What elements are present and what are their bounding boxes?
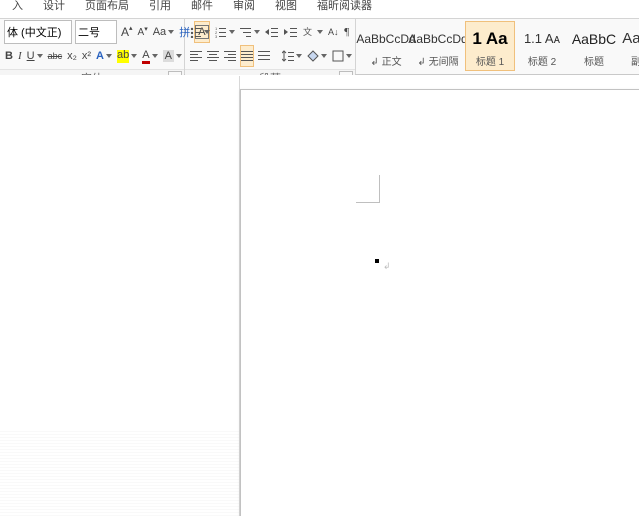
- borders-button[interactable]: [331, 45, 353, 67]
- workspace: ↲: [0, 75, 639, 516]
- increase-indent-button[interactable]: [283, 21, 299, 43]
- italic-button[interactable]: I: [17, 45, 23, 67]
- nav-fade-decoration: [0, 429, 239, 516]
- style-label: 标题 2: [528, 53, 556, 68]
- font-size-combo[interactable]: [75, 20, 117, 44]
- decrease-indent-button[interactable]: [264, 21, 280, 43]
- menu-insert[interactable]: 入: [2, 0, 33, 12]
- subscript-button[interactable]: x₂: [66, 45, 78, 67]
- paragraph-group: 123 文 A↓ ¶ 段落 ↘: [185, 19, 356, 74]
- distribute-button[interactable]: [257, 45, 271, 67]
- style-item-3[interactable]: 1.1 Aᴀ标题 2: [517, 21, 567, 71]
- svg-text:文: 文: [303, 26, 312, 37]
- justify-button[interactable]: [240, 45, 254, 67]
- style-label: ↲ 正文: [370, 53, 401, 68]
- menu-mailings[interactable]: 邮件: [181, 0, 223, 12]
- style-preview: AaBbC: [622, 25, 639, 53]
- style-item-0[interactable]: AaBbCcDd↲ 正文: [361, 21, 411, 71]
- underline-button[interactable]: U: [26, 45, 44, 67]
- paragraph-mark-icon: ↲: [383, 261, 391, 272]
- style-preview: 1 Aa: [472, 25, 507, 53]
- text-direction-button[interactable]: 文: [302, 21, 324, 43]
- style-item-4[interactable]: AaBbC标题: [569, 21, 619, 71]
- document-page[interactable]: ↲: [240, 89, 639, 516]
- style-preview: AaBbCcDd: [356, 25, 415, 53]
- menu-design[interactable]: 设计: [33, 0, 75, 12]
- menu-references[interactable]: 引用: [139, 0, 181, 12]
- bullets-button[interactable]: [189, 21, 211, 43]
- svg-text:3: 3: [215, 34, 218, 38]
- text-effects-button[interactable]: A: [95, 45, 113, 67]
- highlight-button[interactable]: ab: [116, 45, 138, 67]
- line-spacing-button[interactable]: [281, 45, 303, 67]
- char-shading-button[interactable]: A: [162, 45, 183, 67]
- menu-bar: 入 设计 页面布局 引用 邮件 审阅 视图 福昕阅读器: [0, 0, 639, 18]
- margin-guide-icon: [356, 175, 380, 203]
- menu-page-layout[interactable]: 页面布局: [75, 0, 139, 12]
- grow-font-button[interactable]: A▴: [120, 21, 134, 43]
- style-item-1[interactable]: AaBbCcDd↲ 无间隔: [413, 21, 463, 71]
- style-preview: AaBbCcDd: [408, 25, 467, 53]
- sort-button[interactable]: A↓: [327, 21, 340, 43]
- multilevel-list-button[interactable]: [239, 21, 261, 43]
- font-color-button[interactable]: A: [141, 45, 158, 67]
- style-label: 标题: [584, 53, 604, 68]
- menu-foxit-reader[interactable]: 福昕阅读器: [307, 0, 382, 12]
- align-left-button[interactable]: [189, 45, 203, 67]
- shading-button[interactable]: [306, 45, 328, 67]
- change-case-button[interactable]: Aa: [152, 21, 175, 43]
- style-preview: AaBbC: [572, 25, 616, 53]
- align-right-button[interactable]: [223, 45, 237, 67]
- font-name-combo[interactable]: [4, 20, 72, 44]
- shrink-font-button[interactable]: A▾: [137, 21, 149, 43]
- strike-button[interactable]: abc: [47, 45, 64, 67]
- style-item-5[interactable]: AaBbC副标题: [621, 21, 639, 71]
- navigation-pane[interactable]: [0, 76, 240, 516]
- font-group: A▴ A▾ Aa 拼 A B I U abc x₂ x² A ab A A 字体…: [0, 19, 185, 74]
- numbering-button[interactable]: 123: [214, 21, 236, 43]
- style-label: 标题 1: [476, 53, 504, 68]
- show-marks-button[interactable]: ¶: [343, 21, 351, 43]
- text-cursor-icon: [375, 259, 379, 263]
- bold-button[interactable]: B: [4, 45, 14, 67]
- ribbon: A▴ A▾ Aa 拼 A B I U abc x₂ x² A ab A A 字体…: [0, 18, 639, 75]
- style-item-2[interactable]: 1 Aa标题 1: [465, 21, 515, 71]
- superscript-button[interactable]: x²: [81, 45, 92, 67]
- menu-view[interactable]: 视图: [265, 0, 307, 12]
- align-center-button[interactable]: [206, 45, 220, 67]
- style-label: ↲ 无间隔: [417, 53, 458, 68]
- menu-review[interactable]: 审阅: [223, 0, 265, 12]
- style-preview: 1.1 Aᴀ: [524, 25, 560, 53]
- styles-gallery[interactable]: AaBbCcDd↲ 正文AaBbCcDd↲ 无间隔1 Aa标题 11.1 Aᴀ标…: [356, 19, 639, 74]
- style-label: 副标题: [631, 53, 639, 68]
